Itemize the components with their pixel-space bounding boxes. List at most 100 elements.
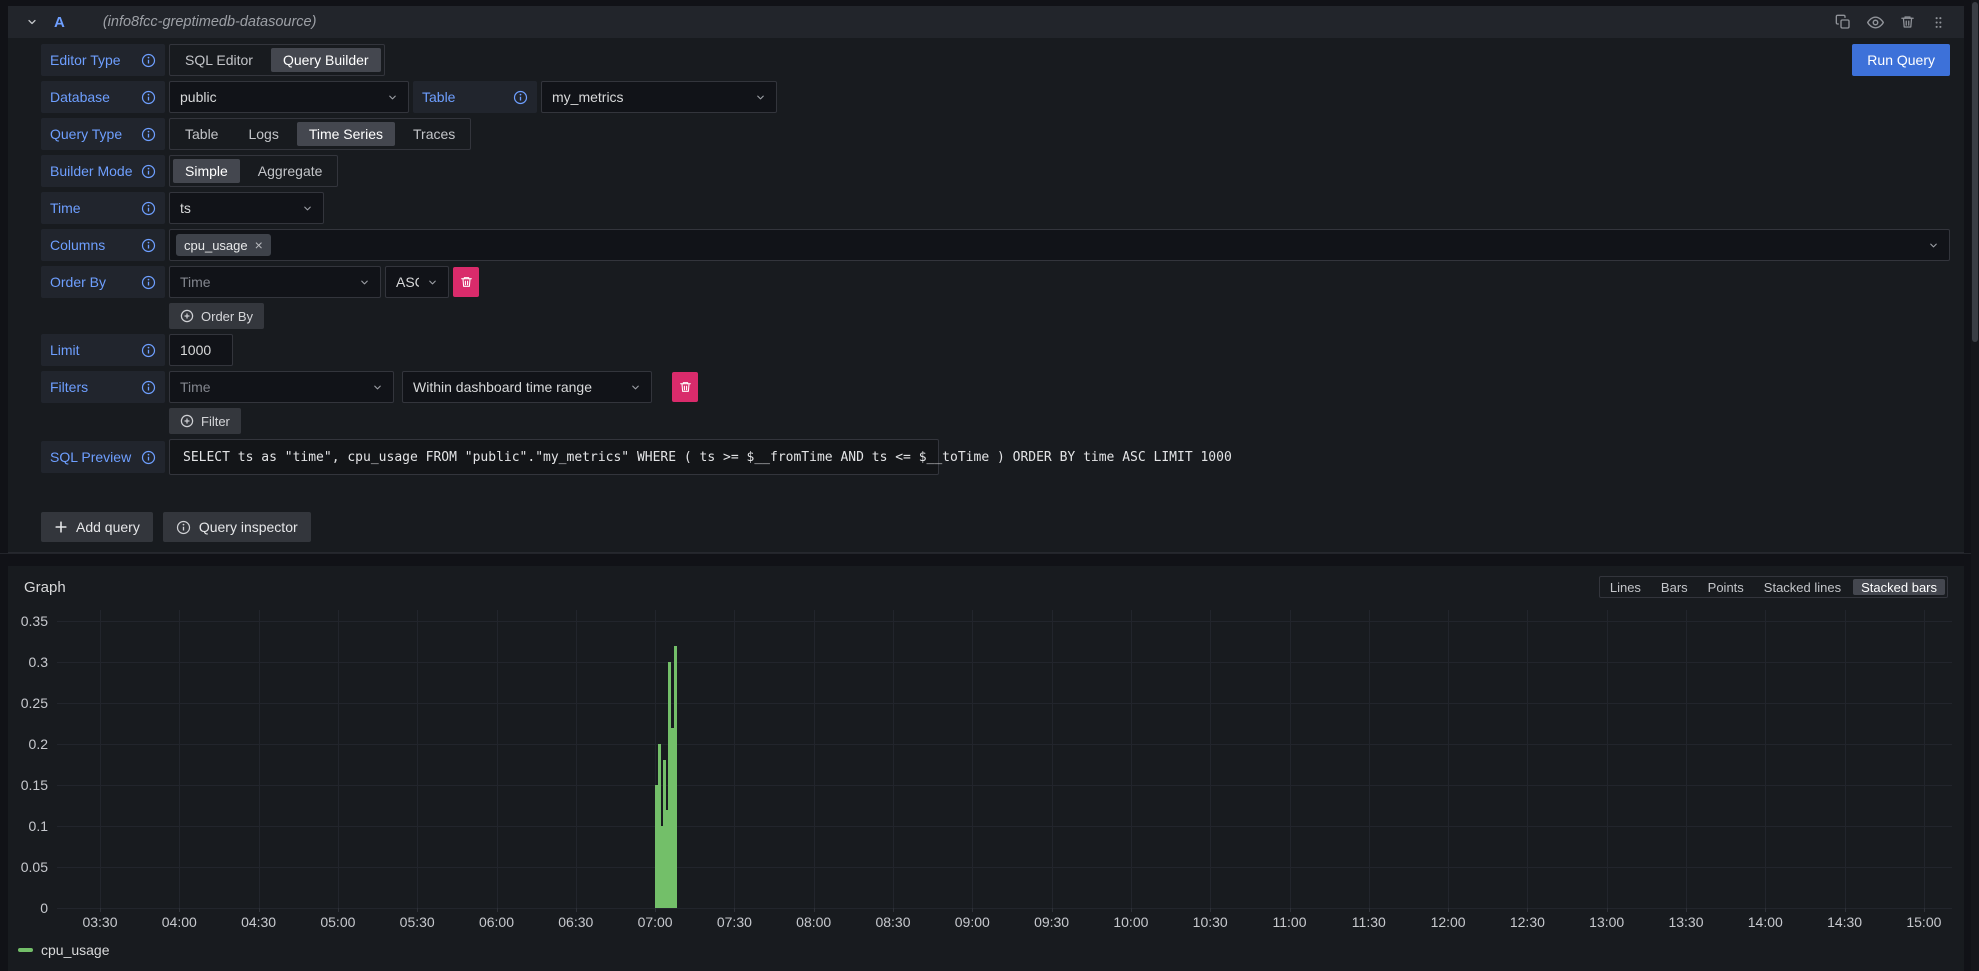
label-text: SQL Preview: [50, 449, 131, 465]
time-column-select[interactable]: ts: [169, 192, 324, 224]
x-gridline: [1527, 610, 1528, 908]
info-icon[interactable]: [141, 380, 156, 395]
option-stacked-lines[interactable]: Stacked lines: [1756, 579, 1849, 595]
chart-plot-area: 0.350.30.250.20.150.10.05003:3004:0004:3…: [57, 610, 1952, 908]
chevron-down-icon: [630, 382, 641, 393]
filter-column-select[interactable]: Time: [169, 371, 394, 403]
info-icon[interactable]: [141, 275, 156, 290]
info-icon[interactable]: [141, 238, 156, 253]
chevron-down-icon: [755, 92, 766, 103]
option-points[interactable]: Points: [1700, 579, 1752, 595]
info-icon[interactable]: [141, 343, 156, 358]
order-by-add-row: Order By: [169, 303, 1950, 329]
add-query-button[interactable]: Add query: [41, 512, 153, 542]
option-lines[interactable]: Lines: [1602, 579, 1649, 595]
x-gridline: [100, 610, 101, 908]
chevron-down-icon[interactable]: [26, 16, 38, 28]
limit-input[interactable]: [169, 334, 233, 366]
option-simple[interactable]: Simple: [173, 159, 240, 183]
selected-value: my_metrics: [552, 89, 747, 105]
option-sql-editor[interactable]: SQL Editor: [173, 48, 265, 72]
field-label-columns: Columns: [41, 229, 165, 261]
query-row-header[interactable]: A (info8fcc-greptimedb-datasource): [8, 6, 1964, 38]
field-label-database: Database: [41, 81, 165, 113]
drag-handle[interactable]: [1931, 14, 1946, 31]
x-axis-label: 05:30: [385, 914, 449, 930]
info-icon[interactable]: [141, 53, 156, 68]
graph-legend[interactable]: cpu_usage: [18, 942, 110, 958]
query-inspector-button[interactable]: Query inspector: [163, 512, 311, 542]
info-icon[interactable]: [141, 201, 156, 216]
editor-actions: Add query Query inspector: [41, 512, 1950, 542]
column-chip[interactable]: cpu_usage ×: [176, 234, 271, 256]
selected-value: Time: [180, 379, 364, 395]
x-gridline: [972, 610, 973, 908]
selected-value: Within dashboard time range: [413, 379, 622, 395]
info-icon[interactable]: [141, 127, 156, 142]
order-by-column-select[interactable]: Time: [169, 266, 381, 298]
option-logs[interactable]: Logs: [236, 122, 290, 146]
x-axis-label: 12:00: [1416, 914, 1480, 930]
trash-icon: [679, 380, 692, 394]
x-axis-label: 03:30: [68, 914, 132, 930]
query-header-actions: [1835, 14, 1946, 31]
remove-order-by-button[interactable]: [453, 267, 479, 297]
remove-filter-button[interactable]: [672, 372, 698, 402]
info-icon[interactable]: [141, 450, 156, 465]
x-gridline: [1765, 610, 1766, 908]
builder-mode-group: SimpleAggregate: [169, 155, 338, 187]
x-axis-label: 11:30: [1337, 914, 1401, 930]
x-gridline: [576, 610, 577, 908]
x-axis-tick: [972, 908, 973, 912]
field-label-table: Table: [413, 81, 537, 113]
circle-plus-icon: [180, 309, 194, 323]
x-axis-tick: [734, 908, 735, 912]
x-axis-label: 05:00: [306, 914, 370, 930]
duplicate-query-button[interactable]: [1835, 14, 1851, 30]
x-axis-tick: [1290, 908, 1291, 912]
option-time-series[interactable]: Time Series: [297, 122, 395, 146]
option-table[interactable]: Table: [173, 122, 230, 146]
circle-plus-icon: [180, 414, 194, 428]
database-select[interactable]: public: [169, 81, 409, 113]
option-aggregate[interactable]: Aggregate: [246, 159, 335, 183]
filter-operator-select[interactable]: Within dashboard time range: [402, 371, 652, 403]
add-order-by-button[interactable]: Order By: [169, 303, 264, 329]
option-query-builder[interactable]: Query Builder: [271, 48, 381, 72]
x-axis-tick: [338, 908, 339, 912]
columns-select[interactable]: cpu_usage ×: [169, 229, 1950, 261]
sql-preview-box: SELECT ts as "time", cpu_usage FROM "pub…: [169, 439, 939, 475]
chip-label: cpu_usage: [184, 238, 248, 253]
remove-column-icon[interactable]: ×: [255, 238, 263, 252]
chevron-down-icon: [1928, 240, 1939, 251]
scrollbar-thumb[interactable]: [1972, 2, 1978, 342]
info-icon[interactable]: [141, 90, 156, 105]
x-axis-tick: [179, 908, 180, 912]
x-axis-label: 04:00: [147, 914, 211, 930]
info-icon[interactable]: [141, 164, 156, 179]
page: A (info8fcc-greptimedb-datasource) Run Q…: [0, 0, 1979, 971]
filter-add-row: Filter: [169, 408, 1950, 434]
x-axis-tick: [1369, 908, 1370, 912]
x-axis-label: 04:30: [227, 914, 291, 930]
database-row: Database public Table: [41, 81, 1950, 113]
info-icon[interactable]: [513, 90, 528, 105]
add-filter-button[interactable]: Filter: [169, 408, 241, 434]
field-label-order-by: Order By: [41, 266, 165, 298]
option-bars[interactable]: Bars: [1653, 579, 1696, 595]
delete-query-button[interactable]: [1900, 14, 1915, 30]
x-gridline: [338, 610, 339, 908]
sql-preview-text: SELECT ts as "time", cpu_usage FROM "pub…: [183, 450, 1232, 465]
x-axis-tick: [814, 908, 815, 912]
page-scrollbar[interactable]: [1971, 0, 1979, 971]
y-axis-label: 0.3: [0, 654, 48, 670]
copy-icon: [1835, 14, 1851, 30]
x-axis-label: 08:00: [782, 914, 846, 930]
option-stacked-bars[interactable]: Stacked bars: [1853, 579, 1945, 595]
chart-bar: [674, 646, 677, 908]
table-select[interactable]: my_metrics: [541, 81, 777, 113]
x-axis-tick: [497, 908, 498, 912]
option-traces[interactable]: Traces: [401, 122, 467, 146]
order-by-direction-select[interactable]: ASC: [385, 266, 449, 298]
hide-response-button[interactable]: [1867, 14, 1884, 31]
